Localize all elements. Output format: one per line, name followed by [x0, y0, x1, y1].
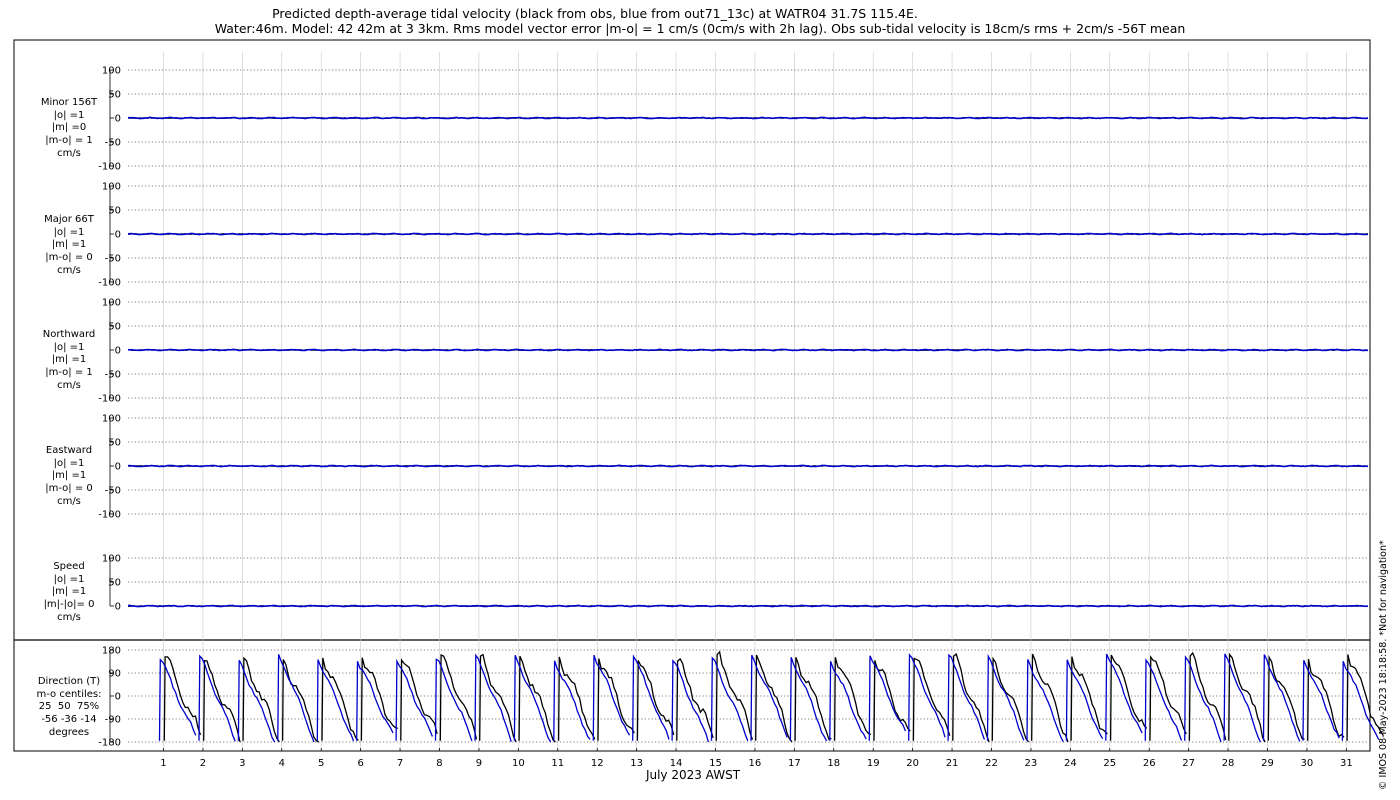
y-tick-label: 100	[102, 66, 121, 77]
panel-label-line: 25 50 75%	[38, 701, 100, 713]
panel-label-4: Eastward |o| =1 |m| =1 |m-o| = 0 cm/s	[10, 445, 128, 509]
panel-label-line: cm/s	[57, 495, 81, 507]
panel-label-line: |m-o| = 1	[45, 135, 93, 147]
copyright-notice: © IMOS 08-May-2023 18:18:58. *Not for na…	[1378, 540, 1389, 790]
panel-label-line: cm/s	[57, 379, 81, 391]
tidal-velocity-chart: 1 2 3 4 5 6 7 8 9 10 11 12 13 14 15 16 17 18 19 20 21 22 23 24 2…	[13, 39, 1384, 769]
panel-label-line: cm/s	[57, 264, 81, 276]
panel-label-line: |m| =0	[51, 122, 87, 134]
panel-minor-156t: 100500-50-100	[98, 66, 1370, 173]
plot-frame	[13, 39, 1371, 752]
panel-label-line: |m-o| = 0	[45, 252, 93, 264]
panel-label-line: Minor 156T	[40, 97, 98, 108]
panel-label-line: |m| =1	[51, 470, 87, 482]
panel-label-line: |m| =1	[51, 354, 87, 366]
panel-label-1: Minor 156T |o| =1 |m| =0 |m-o| = 1 cm/s	[10, 97, 128, 161]
y-tick-label: -100	[98, 510, 121, 521]
panel-label-line: |o| =1	[53, 109, 85, 121]
panel-label-line: Northward	[42, 329, 96, 340]
panel-major-66t: 100500-50-100	[98, 182, 1370, 289]
panel-label-line: |m| =1	[51, 586, 87, 598]
panel-label-line: degrees	[48, 726, 90, 738]
panel-label-line: |m-o| = 0	[45, 483, 93, 495]
panel-direction-t-: 180900-90-180	[98, 646, 1384, 749]
panel-label-line: m-o centiles:	[36, 688, 102, 700]
panel-label-line: Speed	[53, 561, 85, 572]
x-axis-label: July 2023 AWST	[645, 768, 741, 782]
panel-label-line: |o| =1	[53, 226, 85, 238]
panel-label-line: |o| =1	[53, 341, 85, 353]
panel-label-line: -56 -36 -14	[41, 714, 97, 726]
vertical-gridlines	[163, 52, 1347, 750]
panel-label-line: |m| =1	[51, 239, 87, 251]
panel-label-line: Direction (T)	[37, 676, 101, 687]
panel-northward: 100500-50-100	[98, 298, 1370, 405]
panel-label-3: Northward |o| =1 |m| =1 |m-o| = 1 cm/s	[10, 329, 128, 393]
y-tick-label: 180	[102, 646, 121, 657]
panel-label-line: Eastward	[45, 445, 93, 456]
panel-label-line: Major 66T	[44, 214, 94, 225]
panel-label-line: cm/s	[57, 611, 81, 623]
panel-label-2: Major 66T |o| =1 |m| =1 |m-o| = 0 cm/s	[10, 214, 128, 278]
panel-label-5: Speed |o| =1 |m| =1 |m|-|o|= 0 cm/s	[10, 561, 128, 625]
panel-speed: 100500	[102, 554, 1370, 613]
panel-label-line: |m|-|o|= 0	[43, 599, 95, 611]
panel-label-6: Direction (T) m-o centiles: 25 50 75% -56 -…	[10, 676, 128, 740]
panel-eastward: 100500-50-100	[98, 414, 1370, 521]
model-series-line	[127, 464, 1369, 468]
panel-label-line: |o| =1	[53, 573, 85, 585]
y-tick-label: -100	[98, 394, 121, 405]
y-tick-label: -100	[98, 278, 121, 289]
y-tick-label: 100	[102, 414, 121, 425]
panel-label-line: |m-o| = 1	[45, 367, 93, 379]
panel-label-line: cm/s	[57, 147, 81, 159]
y-tick-label: 100	[102, 298, 121, 309]
panel-label-line: |o| =1	[53, 457, 85, 469]
y-tick-label: -100	[98, 162, 121, 173]
y-tick-label: 100	[102, 182, 121, 193]
